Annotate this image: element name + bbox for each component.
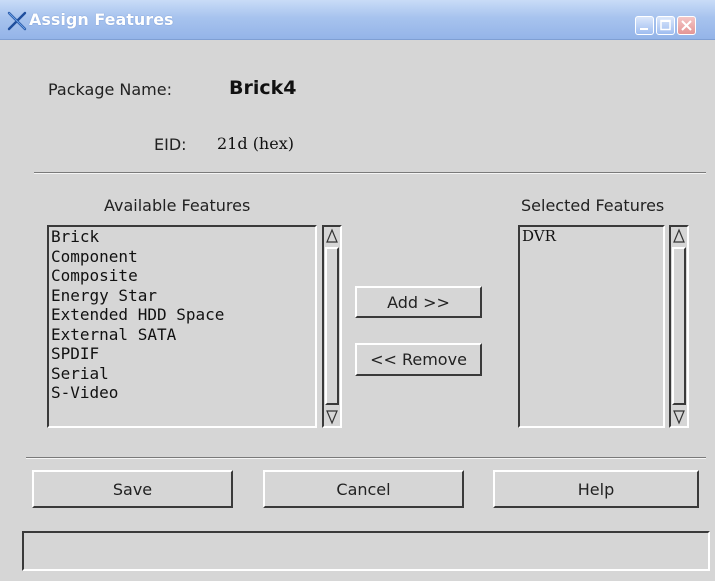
help-button[interactable]: Help — [493, 470, 699, 508]
close-button[interactable] — [677, 16, 696, 35]
list-item[interactable]: External SATA — [49, 325, 315, 345]
scroll-down-icon[interactable] — [672, 409, 686, 425]
window-title: Assign Features — [29, 10, 174, 29]
eid-label: EID: — [154, 135, 187, 154]
list-item[interactable]: Serial — [49, 364, 315, 384]
list-item[interactable]: Component — [49, 247, 315, 267]
assign-features-window: Assign Features Package Name: Brick4 EID… — [0, 0, 715, 581]
close-icon — [681, 20, 692, 31]
list-item[interactable]: S-Video — [49, 383, 315, 403]
package-name-label: Package Name: — [48, 80, 172, 99]
available-features-title: Available Features — [104, 196, 251, 215]
minimize-icon — [640, 28, 648, 30]
scroll-up-icon[interactable] — [325, 228, 339, 244]
add-button[interactable]: Add >> — [355, 286, 482, 318]
list-item[interactable]: Energy Star — [49, 286, 315, 306]
scroll-down-icon[interactable] — [325, 409, 339, 425]
x-logo-icon — [7, 11, 27, 31]
list-item[interactable]: Composite — [49, 266, 315, 286]
minimize-button[interactable] — [635, 16, 654, 35]
status-bar — [22, 531, 710, 571]
footer-divider — [26, 457, 706, 459]
selected-features-title: Selected Features — [521, 196, 665, 215]
remove-button[interactable]: << Remove — [355, 343, 482, 376]
maximize-icon — [660, 19, 671, 31]
package-name-value: Brick4 — [229, 77, 297, 99]
available-features-list[interactable]: Brick Component Composite Energy Star Ex… — [47, 225, 317, 428]
list-item[interactable]: Extended HDD Space — [49, 305, 315, 325]
scrollbar-thumb[interactable] — [672, 247, 686, 405]
scrollbar-thumb[interactable] — [325, 247, 339, 405]
maximize-button[interactable] — [656, 16, 675, 35]
save-button[interactable]: Save — [32, 470, 233, 508]
list-item[interactable]: SPDIF — [49, 344, 315, 364]
selected-features-list[interactable]: DVR — [518, 225, 665, 428]
list-item[interactable]: DVR — [520, 227, 663, 247]
selected-list-scrollbar[interactable] — [669, 225, 689, 428]
available-list-scrollbar[interactable] — [322, 225, 342, 428]
list-item[interactable]: Brick — [49, 227, 315, 247]
title-bar[interactable]: Assign Features — [0, 0, 715, 40]
cancel-button[interactable]: Cancel — [263, 470, 464, 508]
eid-value: 21d (hex) — [217, 134, 294, 153]
scroll-up-icon[interactable] — [672, 228, 686, 244]
header-divider — [34, 172, 706, 174]
